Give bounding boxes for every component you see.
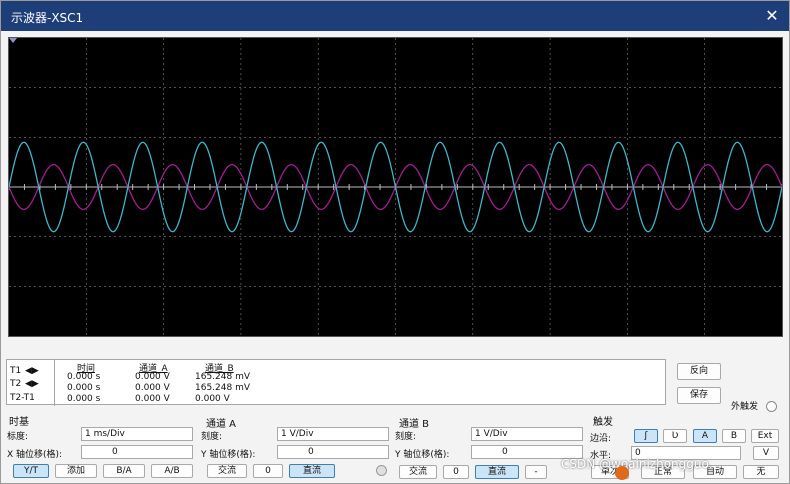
table-cell: 165.248 mV <box>195 372 251 382</box>
channel-b-y-offset-label: Y 轴位移(格): <box>395 450 450 460</box>
table-cell: 0.000 V <box>135 372 170 382</box>
t2-arrows-icon[interactable]: ◀▶ <box>25 379 39 389</box>
trigger-level-unit[interactable]: V <box>753 446 779 460</box>
channel-a-y-offset-label: Y 轴位移(格): <box>201 450 256 460</box>
mouse-cursor-icon <box>615 466 629 480</box>
close-icon[interactable]: ✕ <box>761 5 783 27</box>
timebase-title: 时基 <box>9 417 29 428</box>
trigger-source-ext-button[interactable]: Ext <box>751 429 779 443</box>
channel-a-scale-label: 刻度: <box>201 432 223 442</box>
title-bar[interactable]: 示波器-XSC1 ✕ <box>1 1 789 31</box>
channel-a-dc-button[interactable]: 直流 <box>289 464 335 478</box>
channel-a-y-offset-field[interactable]: 0 <box>277 445 389 459</box>
table-cell: 165.248 mV <box>195 383 251 393</box>
timebase-scale-label: 标度: <box>7 432 29 442</box>
channel-b-minus-button[interactable]: - <box>525 465 547 479</box>
table-cell: 0.000 s <box>67 383 101 393</box>
ab-mode-button[interactable]: A/B <box>151 464 193 478</box>
oscilloscope-window: 示波器-XSC1 ✕ T1 T2 T2-T1 ◀▶ ◀▶ 时间 通道_A 通道_… <box>0 0 790 484</box>
ext-trigger-label: 外触发 <box>731 402 759 412</box>
t1-arrows-icon[interactable]: ◀▶ <box>25 366 39 376</box>
trigger-source-b-button[interactable]: B <box>722 429 746 443</box>
trigger-title: 触发 <box>593 417 613 428</box>
cursor-readout-table: T1 T2 T2-T1 ◀▶ ◀▶ 时间 通道_A 通道_B 0.000 s 0… <box>6 359 666 406</box>
rising-edge-button[interactable]: ʃ <box>634 429 658 443</box>
table-cell: 0.000 s <box>67 372 101 382</box>
watermark-text: CSDN @woainizhongguo. <box>561 457 713 471</box>
row-label-t2: T2 <box>10 379 22 389</box>
oscilloscope-screen[interactable] <box>8 37 783 337</box>
timebase-scale-field[interactable]: 1 ms/Div <box>81 427 193 441</box>
channel-b-ac-button[interactable]: 交流 <box>399 465 437 479</box>
channel-b-scale-field[interactable]: 1 V/Div <box>471 427 583 441</box>
channel-b-title: 通道 B <box>399 419 430 430</box>
reverse-button[interactable]: 反向 <box>677 363 721 380</box>
table-cell: 0.000 V <box>135 394 170 404</box>
yt-mode-button[interactable]: Y/T <box>13 464 49 478</box>
channel-b-zero-button[interactable]: 0 <box>443 465 469 479</box>
channel-a-title: 通道 A <box>206 419 237 430</box>
channel-a-zero-button[interactable]: 0 <box>253 464 283 478</box>
row-label-t1: T1 <box>10 366 22 376</box>
save-button[interactable]: 保存 <box>677 387 721 404</box>
table-cell: 0.000 s <box>67 394 101 404</box>
ba-mode-button[interactable]: B/A <box>103 464 145 478</box>
table-cell: 0.000 V <box>195 394 230 404</box>
channel-a-ac-button[interactable]: 交流 <box>207 464 247 478</box>
trigger-edge-label: 边沿: <box>590 434 612 444</box>
ext-trigger-radio[interactable] <box>766 401 777 412</box>
channel-b-dc-button[interactable]: 直流 <box>475 465 519 479</box>
channel-a-marker-icon[interactable] <box>376 465 387 476</box>
row-label-t2-t1: T2-T1 <box>10 393 35 403</box>
x-offset-field[interactable]: 0 <box>81 445 193 459</box>
trigger-source-a-button[interactable]: A <box>693 429 717 443</box>
falling-edge-button[interactable]: Ʋ <box>663 429 687 443</box>
trigger-marker-icon <box>9 38 17 43</box>
table-cell: 0.000 V <box>135 383 170 393</box>
channel-b-scale-label: 刻度: <box>395 432 417 442</box>
window-title: 示波器-XSC1 <box>11 11 84 25</box>
waveform-plot <box>9 38 782 336</box>
readout-divider <box>54 360 55 406</box>
trigger-none-button[interactable]: 无 <box>743 465 779 479</box>
channel-a-scale-field[interactable]: 1 V/Div <box>277 427 389 441</box>
add-mode-button[interactable]: 添加 <box>55 464 97 478</box>
x-offset-label: X 轴位移(格): <box>7 450 63 460</box>
